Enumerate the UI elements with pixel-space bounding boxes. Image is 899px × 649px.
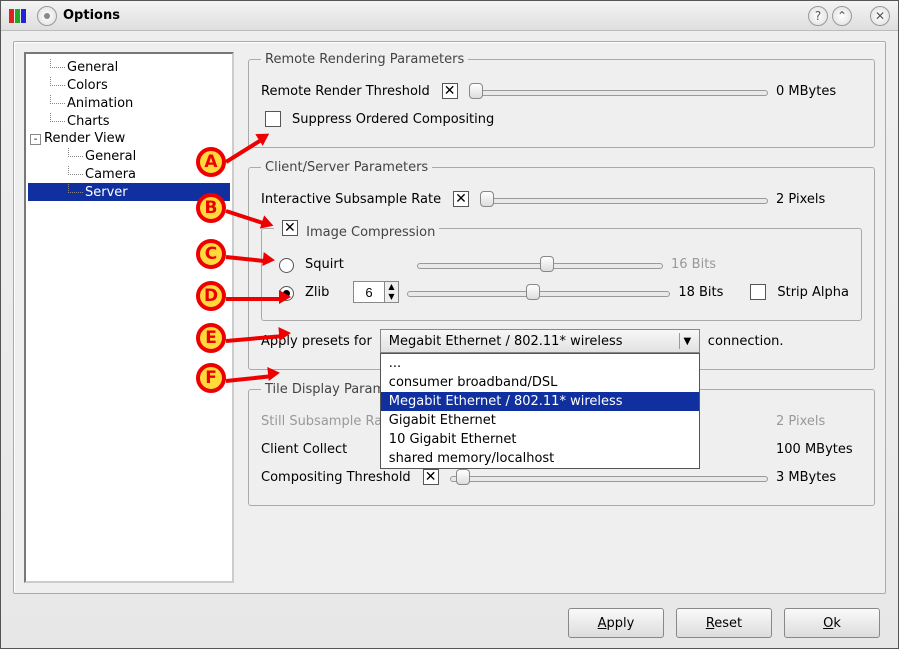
group-remote-rendering: Remote Rendering Parameters Remote Rende… xyxy=(248,52,875,148)
tree-item-animation[interactable]: Animation xyxy=(28,94,230,112)
imgcomp-legend: Image Compression xyxy=(274,217,439,240)
preset-combo[interactable]: Megabit Ethernet / 802.11* wireless ▼ ..… xyxy=(380,329,700,353)
sysmenu-button[interactable] xyxy=(37,6,57,26)
client-collect-value: 100 MBytes xyxy=(776,442,862,457)
nav-tree[interactable]: General Colors Animation Charts -Render … xyxy=(24,52,234,583)
callout-c: C xyxy=(196,239,226,269)
content-area: General Colors Animation Charts -Render … xyxy=(13,41,886,594)
compositing-threshold-value: 3 MBytes xyxy=(776,470,862,485)
remote-legend: Remote Rendering Parameters xyxy=(261,52,468,67)
squirt-label: Squirt xyxy=(305,257,345,272)
preset-opt-1[interactable]: consumer broadband/DSL xyxy=(381,373,699,392)
chevron-down-icon[interactable]: ▼ xyxy=(679,333,695,349)
reset-button[interactable]: Reset xyxy=(676,608,772,638)
squirt-radio[interactable] xyxy=(279,258,294,273)
compositing-threshold-slider[interactable] xyxy=(450,468,768,486)
remote-threshold-check[interactable] xyxy=(442,83,458,99)
close-button[interactable]: ✕ xyxy=(870,6,890,26)
subsample-value: 2 Pixels xyxy=(776,192,862,207)
spin-up-icon[interactable]: ▲ xyxy=(384,282,398,292)
suppress-compositing-check[interactable] xyxy=(265,111,281,127)
preset-opt-2[interactable]: Megabit Ethernet / 802.11* wireless xyxy=(381,392,699,411)
callout-a: A xyxy=(196,147,226,177)
suppress-compositing-label: Suppress Ordered Compositing xyxy=(292,112,494,127)
squirt-value: 16 Bits xyxy=(671,257,741,272)
ok-button[interactable]: Ok xyxy=(784,608,880,638)
app-icon xyxy=(9,9,27,23)
window-title: Options xyxy=(63,8,120,23)
preset-opt-0[interactable]: ... xyxy=(381,354,699,373)
tree-item-general[interactable]: General xyxy=(28,58,230,76)
preset-opt-5[interactable]: shared memory/localhost xyxy=(381,449,699,468)
squirt-slider[interactable] xyxy=(417,255,663,273)
preset-selected: Megabit Ethernet / 802.11* wireless xyxy=(389,334,623,349)
preset-combo-list[interactable]: ... consumer broadband/DSL Megabit Ether… xyxy=(380,353,700,469)
dialog-buttons: Apply Reset Ok xyxy=(568,608,880,638)
subsample-check[interactable] xyxy=(453,191,469,207)
zlib-level-input[interactable] xyxy=(354,282,384,302)
collapse-button[interactable]: ⌃ xyxy=(832,6,852,26)
spin-down-icon[interactable]: ▼ xyxy=(384,292,398,302)
strip-alpha-label: Strip Alpha xyxy=(777,285,849,300)
remote-threshold-label: Remote Render Threshold xyxy=(261,84,430,99)
tree-item-colors[interactable]: Colors xyxy=(28,76,230,94)
still-subsample-value: 2 Pixels xyxy=(776,414,862,429)
settings-panels: Remote Rendering Parameters Remote Rende… xyxy=(248,52,875,583)
tree-item-charts[interactable]: Charts xyxy=(28,112,230,130)
callout-b: B xyxy=(196,193,226,223)
zlib-level-spin[interactable]: ▲▼ xyxy=(353,281,399,303)
titlebar: Options ? ⌃ ✕ xyxy=(1,1,898,31)
zlib-value: 18 Bits xyxy=(678,285,738,300)
preset-opt-3[interactable]: Gigabit Ethernet xyxy=(381,411,699,430)
strip-alpha-check[interactable] xyxy=(750,284,766,300)
callout-f: F xyxy=(196,363,226,393)
preset-label-post: connection. xyxy=(708,334,784,349)
group-client-server: Client/Server Parameters Interactive Sub… xyxy=(248,160,875,370)
preset-opt-4[interactable]: 10 Gigabit Ethernet xyxy=(381,430,699,449)
imgcomp-check[interactable] xyxy=(282,220,298,236)
preset-combo-button[interactable]: Megabit Ethernet / 802.11* wireless ▼ xyxy=(380,329,700,353)
options-window: Options ? ⌃ ✕ General Colors Animation C… xyxy=(0,0,899,649)
apply-button[interactable]: Apply xyxy=(568,608,664,638)
compositing-threshold-label: Compositing Threshold xyxy=(261,470,411,485)
tree-item-renderview[interactable]: -Render View xyxy=(28,130,230,147)
remote-threshold-value: 0 MBytes xyxy=(776,84,862,99)
expander-icon[interactable]: - xyxy=(30,134,41,145)
zlib-label: Zlib xyxy=(305,285,345,300)
remote-threshold-slider[interactable] xyxy=(469,82,768,100)
callout-e: E xyxy=(196,323,226,353)
cs-legend: Client/Server Parameters xyxy=(261,160,432,175)
compositing-threshold-check[interactable] xyxy=(423,469,439,485)
group-image-compression: Image Compression Squirt 16 Bits Zlib xyxy=(261,217,862,321)
callout-d: D xyxy=(196,281,226,311)
help-button[interactable]: ? xyxy=(808,6,828,26)
subsample-slider[interactable] xyxy=(480,190,768,208)
subsample-label: Interactive Subsample Rate xyxy=(261,192,441,207)
zlib-slider[interactable] xyxy=(407,283,670,301)
